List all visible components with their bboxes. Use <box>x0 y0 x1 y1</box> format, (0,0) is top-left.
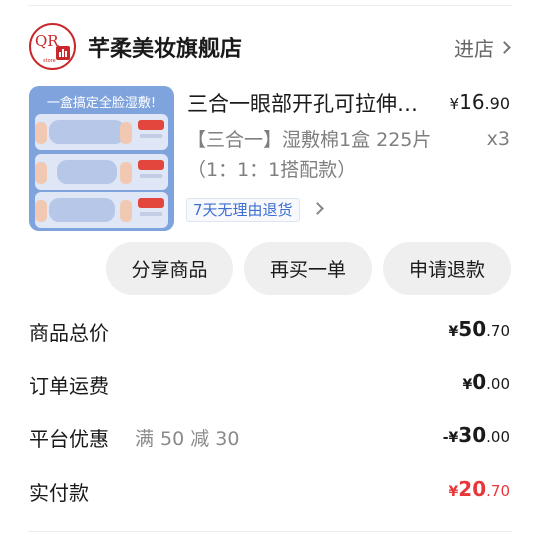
store-logo-mark <box>56 46 70 60</box>
store-name[interactable]: 芊柔美妆旗舰店 <box>88 31 242 63</box>
request-refund-button[interactable]: 申请退款 <box>383 242 511 295</box>
service-badge[interactable]: 7天无理由退货 <box>186 198 300 222</box>
platform-discount-row: 平台优惠 满 50 减 30 -¥30.00 <box>29 423 510 455</box>
thumbnail-banner: 一盒搞定全脸湿敷! <box>46 96 157 111</box>
shipping-row: 订单运费 ¥0.00 <box>29 370 510 402</box>
product-quantity: x3 <box>486 128 510 150</box>
buy-again-button[interactable]: 再买一单 <box>244 242 372 295</box>
amount-paid-row: 实付款 ¥20.70 <box>29 477 510 509</box>
shipping-label: 订单运费 <box>29 374 109 398</box>
goods-total-label: 商品总价 <box>29 321 109 345</box>
store-logo-sub: store <box>43 58 56 64</box>
paid-amount: ¥20.70 <box>448 477 510 501</box>
thumbnail-panel <box>35 192 168 228</box>
product-title[interactable]: 三合一眼部开孔可拉伸湿敷棉 <box>187 88 423 118</box>
thumbnail-panel <box>35 114 168 150</box>
divider-bottom <box>28 531 512 532</box>
divider-top <box>28 5 512 6</box>
chevron-right-icon[interactable] <box>311 202 324 215</box>
store-logo[interactable]: QR store <box>29 23 76 70</box>
product-spec: 【三合一】湿敷棉1盒 225片（1：1：1搭配款） <box>187 129 432 181</box>
share-product-button[interactable]: 分享商品 <box>106 242 233 295</box>
product-thumbnail[interactable]: 一盒搞定全脸湿敷! <box>29 86 174 231</box>
shipping-amount: ¥0.00 <box>462 370 510 394</box>
product-price: ¥16.90 <box>449 90 510 114</box>
paid-label: 实付款 <box>29 481 89 505</box>
order-card: QR store 芊柔美妆旗舰店 进店 一盒搞定全脸湿敷! 三合一眼部开孔可拉伸… <box>0 0 540 544</box>
goods-total-row: 商品总价 ¥50.70 <box>29 317 510 349</box>
enter-store-label: 进店 <box>454 37 494 61</box>
chevron-right-icon <box>498 41 511 54</box>
goods-total-amount: ¥50.70 <box>448 317 510 341</box>
discount-label: 平台优惠 <box>29 427 109 451</box>
thumbnail-panel <box>35 154 168 190</box>
discount-amount: -¥30.00 <box>442 423 510 447</box>
enter-store-link[interactable]: 进店 <box>454 33 511 62</box>
discount-note: 满 50 减 30 <box>135 428 240 450</box>
